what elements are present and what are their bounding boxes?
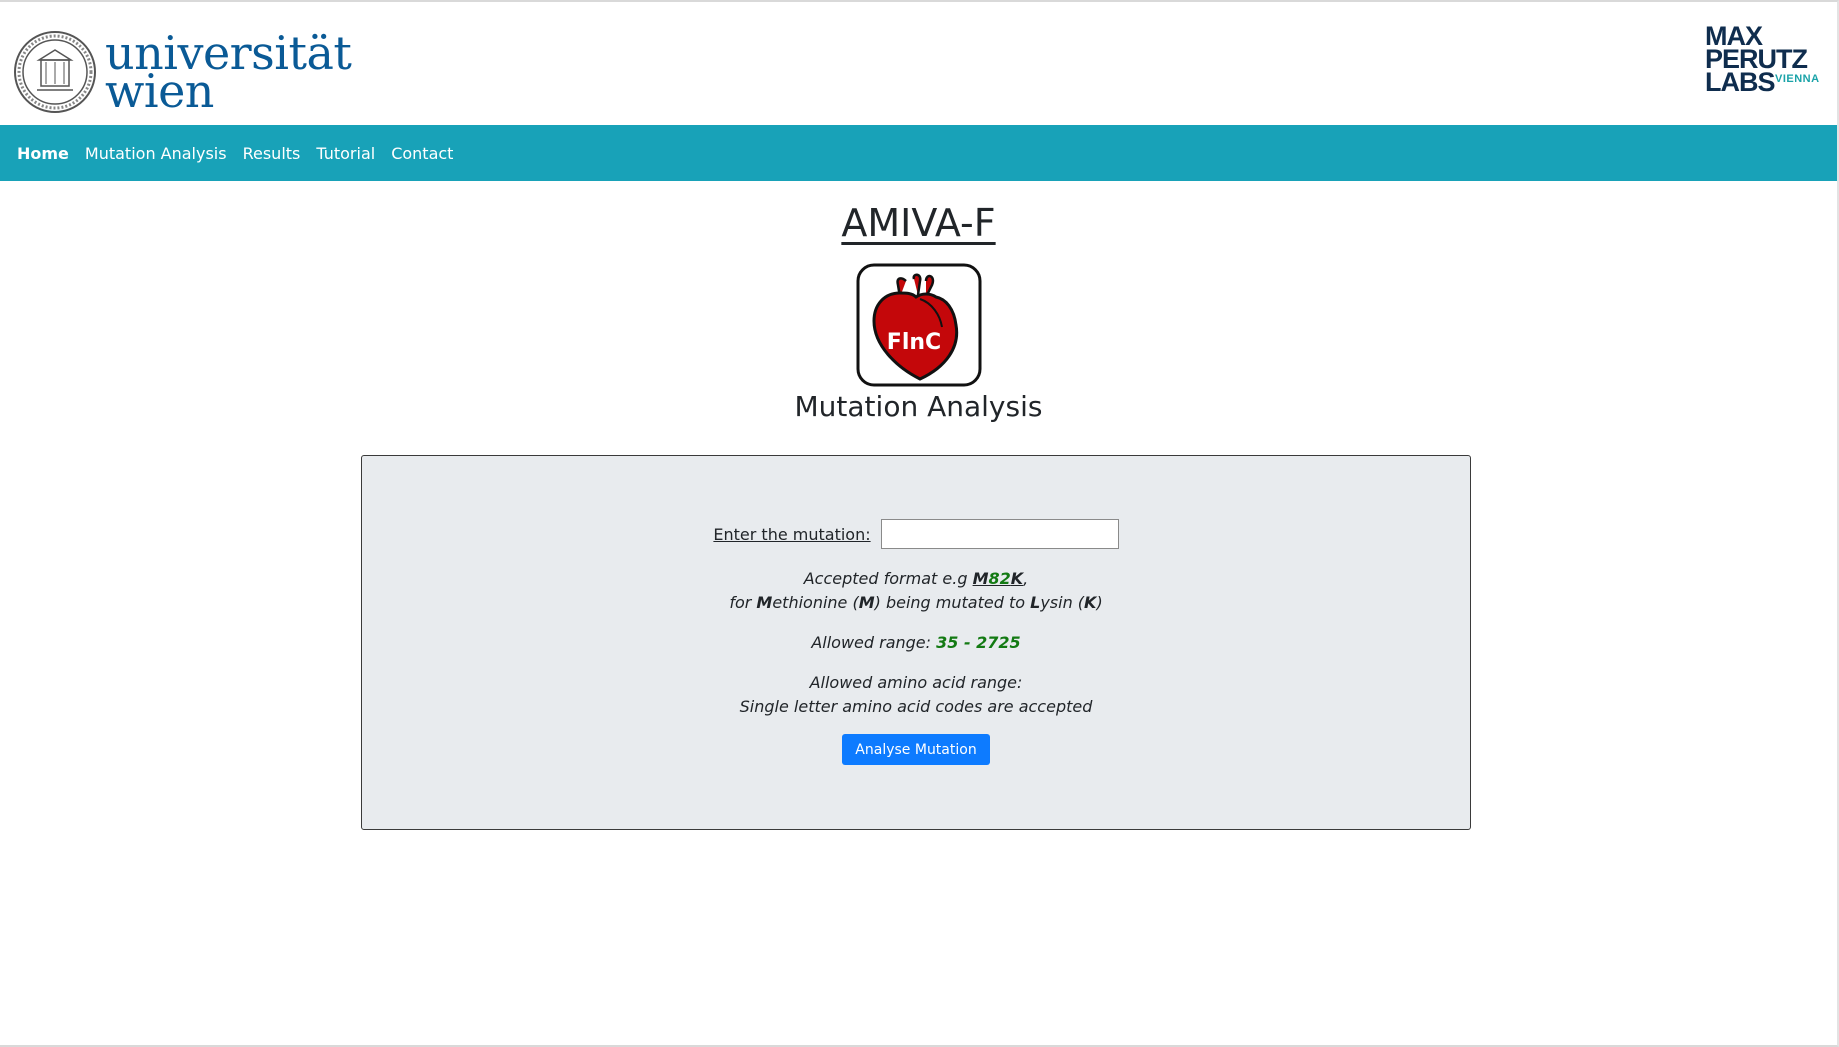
institute-logo[interactable]: MAX PERUTZ LABS VIENNA [1705,23,1823,100]
format-expl-b1: M [756,593,773,612]
heart-logo-label: FlnC [886,330,940,355]
header: universität wien MAX PERUTZ LABS VIENNA [0,2,1837,125]
nav-results[interactable]: Results [243,144,301,163]
format-expl-b4: K [1084,593,1097,612]
mutation-input-row: Enter the mutation: [362,519,1470,549]
format-expl-4: ysin ( [1040,593,1085,612]
university-wordmark: universität wien [105,30,352,114]
aa-range-text: Single letter amino acid codes are accep… [739,697,1093,716]
format-expl-5: ) [1096,593,1103,612]
university-seal-icon [14,31,96,113]
range-value: 35 - 2725 [936,633,1021,652]
aa-range-label: Allowed amino acid range: [809,673,1023,692]
page: universität wien MAX PERUTZ LABS VIENNA … [0,0,1839,1047]
format-expl-b3: L [1030,593,1041,612]
page-subtitle: Mutation Analysis [794,390,1043,423]
heart-logo-icon: FlnC [856,263,981,387]
format-expl-2: ethionine ( [772,593,859,612]
format-expl-1: for [729,593,757,612]
nav-tutorial[interactable]: Tutorial [316,144,375,163]
institute-logo-suffix: VIENNA [1775,73,1820,85]
aa-range-hint: Allowed amino acid range: Single letter … [362,671,1470,719]
mutation-label: Enter the mutation: [713,524,871,544]
format-hint: Accepted format e.g M82K, for Methionine… [362,567,1470,615]
format-example-position: 82 [988,569,1011,588]
nav-home[interactable]: Home [17,144,69,163]
nav-contact[interactable]: Contact [391,144,453,163]
format-comma: , [1023,569,1029,588]
navbar: Home Mutation Analysis Results Tutorial … [0,125,1837,181]
format-example: M82K [973,569,1024,588]
page-title: AMIVA-F [841,201,996,245]
format-expl-3: ) being mutated to [874,593,1031,612]
university-logo[interactable]: universität wien [13,30,352,114]
main-content: AMIVA-F FlnC Mutation Analysis Enter the… [0,181,1837,830]
format-prefix: Accepted format e.g [803,569,973,588]
analyse-mutation-button[interactable]: Analyse Mutation [842,734,990,765]
range-label: Allowed range: [811,633,937,652]
nav-mutation-analysis[interactable]: Mutation Analysis [85,144,227,163]
format-expl-b2: M [858,593,875,612]
mutation-form-panel: Enter the mutation: Accepted format e.g … [361,455,1471,830]
range-hint: Allowed range: 35 - 2725 [362,631,1470,655]
format-example-from: M [972,569,989,588]
format-example-to: K [1010,569,1024,588]
mutation-input[interactable] [880,519,1119,549]
